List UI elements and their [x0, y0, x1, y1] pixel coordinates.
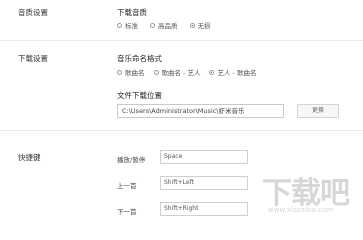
- radio-label: 标准: [125, 22, 138, 30]
- hotkey-input-previous[interactable]: Shift+Left: [160, 176, 248, 190]
- section-label-quality: 音质设置: [18, 8, 48, 17]
- radio-icon: [153, 69, 159, 75]
- download-quality-options: 标准 高品质 无损: [117, 20, 223, 30]
- radio-icon: [117, 69, 122, 75]
- hotkey-input-next[interactable]: Shift+Right: [160, 202, 248, 216]
- hotkey-label-previous: 上一首: [117, 182, 137, 190]
- radio-label: 无损: [197, 22, 211, 30]
- quality-option-high[interactable]: 高品质: [150, 20, 178, 30]
- radio-label: 歌曲名 - 艺人: [161, 69, 201, 77]
- naming-option-song[interactable]: 歌曲名: [117, 67, 145, 77]
- hotkey-input-play-pause[interactable]: Space: [160, 150, 248, 164]
- section-label-download: 下载设置: [18, 54, 48, 63]
- radio-label: 高品质: [158, 22, 178, 30]
- radio-label: 艺人 - 歌曲名: [217, 69, 257, 77]
- divider: [0, 130, 363, 131]
- radio-icon: [117, 22, 122, 28]
- naming-format-options: 歌曲名 歌曲名 - 艺人 艺人 - 歌曲名: [117, 67, 268, 77]
- watermark-url: www.xiazaiba.com: [268, 206, 333, 214]
- download-location-heading: 文件下载位置: [117, 91, 162, 100]
- download-quality-heading: 下载音质: [117, 8, 147, 17]
- hotkey-label-play-pause: 播放/暂停: [117, 156, 146, 164]
- divider: [0, 40, 363, 41]
- radio-label: 歌曲名: [125, 69, 145, 77]
- download-path-field[interactable]: C:\Users\Administrator\Music\虾米音乐: [117, 104, 284, 118]
- quality-option-standard[interactable]: 标准: [117, 20, 138, 30]
- section-label-hotkeys: 快捷键: [18, 153, 41, 162]
- change-location-button[interactable]: 更换: [297, 104, 339, 118]
- naming-option-artist-song[interactable]: 艺人 - 歌曲名: [209, 67, 256, 77]
- quality-option-lossless[interactable]: 无损: [189, 20, 211, 30]
- naming-option-song-artist[interactable]: 歌曲名 - 艺人: [153, 67, 201, 77]
- radio-selected-icon: [189, 22, 195, 28]
- hotkey-label-next: 下一首: [117, 208, 137, 216]
- radio-icon: [150, 22, 155, 28]
- radio-selected-icon: [209, 69, 215, 75]
- naming-format-heading: 音乐命名格式: [117, 54, 162, 63]
